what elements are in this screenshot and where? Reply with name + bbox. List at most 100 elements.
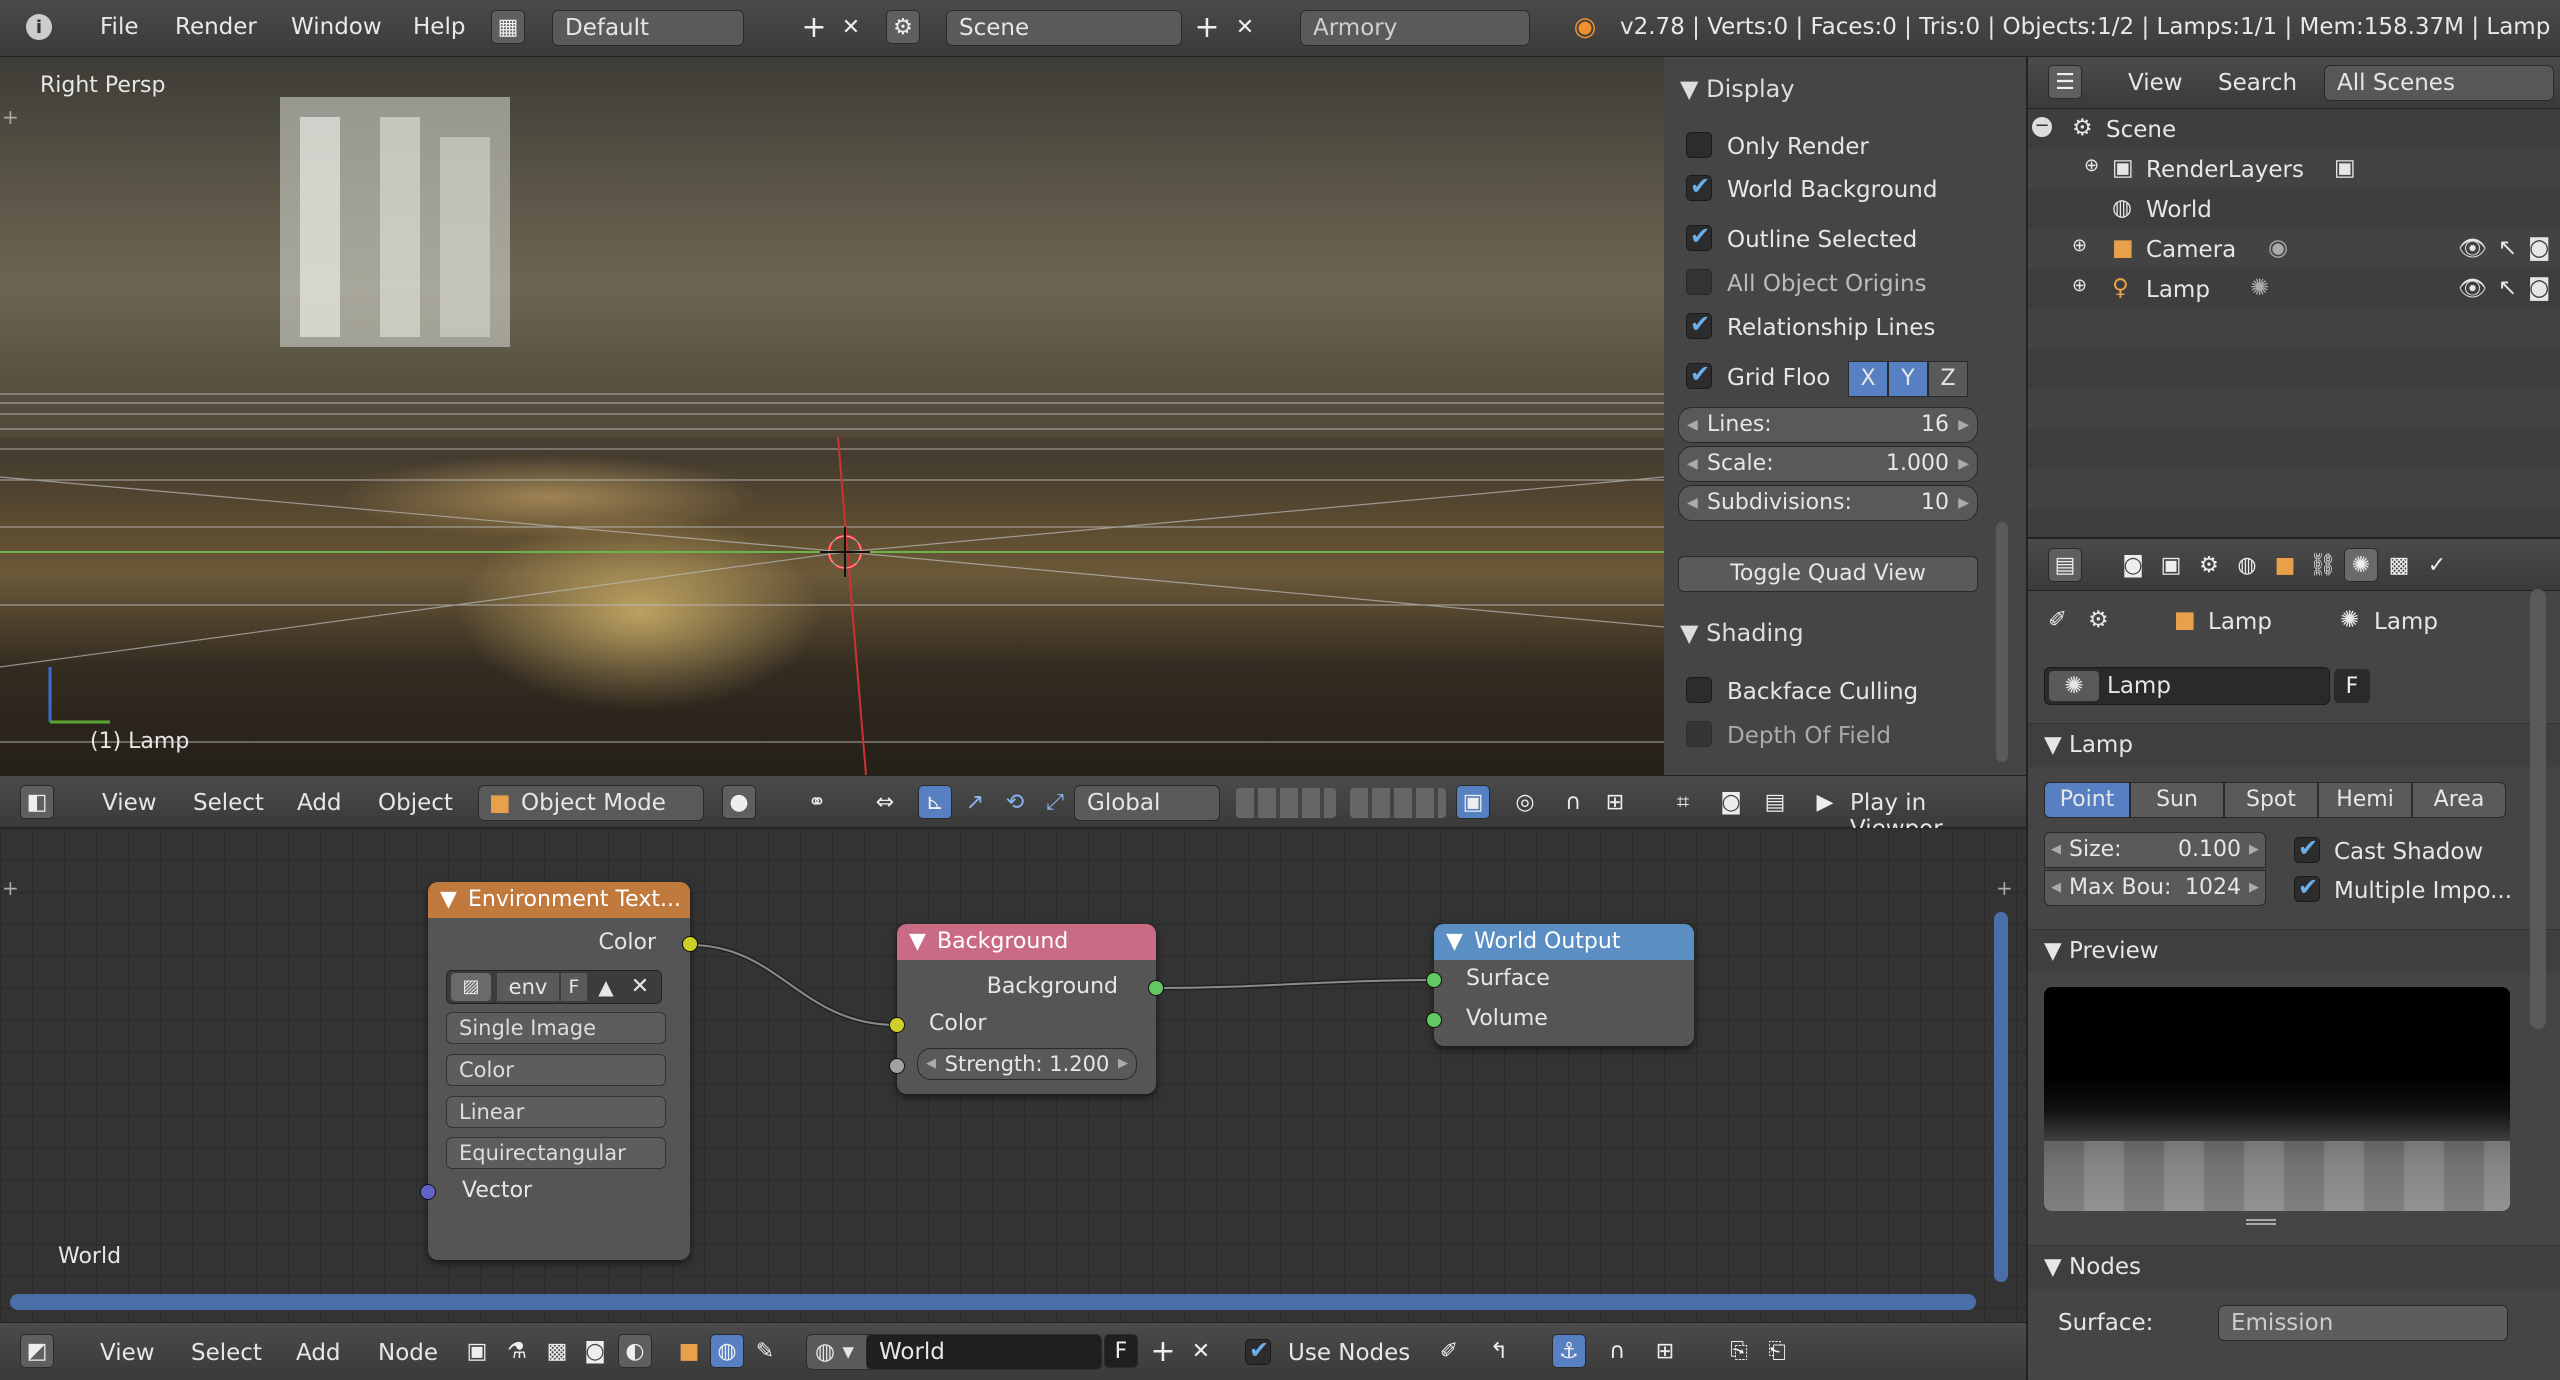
snap-toggle-icon[interactable]: ∩ xyxy=(1556,785,1590,819)
node-snap-element-icon[interactable]: ⊞ xyxy=(1648,1334,1682,1368)
manipulator-icon[interactable]: ⇔ xyxy=(868,785,902,819)
lamp-type-area[interactable]: Area xyxy=(2412,782,2506,818)
background-node[interactable]: ▼ Background Background Color ◀ Strength: … xyxy=(889,924,1164,1094)
env-node-header[interactable]: ▼ Environment Text... xyxy=(428,882,690,918)
pin-node-tree-icon[interactable]: ✐ xyxy=(1432,1334,1466,1368)
armory-tab-icon[interactable]: ✓ xyxy=(2420,548,2454,582)
outliner-row-camera[interactable]: ⊕ ■ Camera ◉ 👁 ↖ ◙ xyxy=(2028,229,2560,269)
menu-add[interactable]: Add xyxy=(297,790,342,816)
bg-collapse-icon[interactable]: ▼ xyxy=(909,924,926,960)
world-shader-icon[interactable]: ◍ xyxy=(710,1334,744,1368)
render-tab-icon[interactable]: ◙ xyxy=(2116,548,2150,582)
world-name-field[interactable]: World xyxy=(866,1334,1102,1370)
visibility-eye-icon[interactable]: 👁 xyxy=(2458,275,2487,302)
play-icon[interactable]: ▶ xyxy=(1808,785,1842,819)
camera-nodes-icon[interactable]: ◙ xyxy=(578,1334,612,1368)
node-editor[interactable]: ▼ Environment Text... Color ▨ env F ▲ ✕ S… xyxy=(0,828,2026,1322)
use-nodes-checkbox[interactable] xyxy=(1245,1336,1271,1365)
render-still-icon[interactable]: ◙ xyxy=(1714,785,1748,819)
node-editor-type-icon[interactable]: ◩ xyxy=(20,1334,54,1368)
env-color-output-socket[interactable] xyxy=(682,936,698,952)
scene-icon[interactable]: ⚙ xyxy=(886,10,920,44)
paste-nodes-icon[interactable]: ⎗ xyxy=(1760,1334,1794,1368)
renderable-camera-icon[interactable]: ◙ xyxy=(2528,275,2550,301)
node-snap-type-icon[interactable]: ∩ xyxy=(1600,1334,1634,1368)
world-unlink-icon[interactable]: ✕ xyxy=(1184,1334,1218,1368)
object-tab-icon[interactable]: ■ xyxy=(2268,548,2302,582)
lamp-type-point[interactable]: Point xyxy=(2044,782,2130,818)
grid-axis-x-toggle[interactable]: X xyxy=(1848,361,1888,397)
all-object-origins-checkbox[interactable] xyxy=(1686,269,1712,295)
render-anim-icon[interactable]: ▤ xyxy=(1758,785,1792,819)
expand-icon[interactable]: ⊕ xyxy=(2072,235,2087,256)
outliner-row-renderlayers[interactable]: ⊕ ▣ RenderLayers ▣ xyxy=(2028,149,2560,189)
display-panel-header[interactable]: ▼ Display xyxy=(1680,75,1795,103)
menu-help[interactable]: Help xyxy=(413,14,465,40)
viewport-shading-icon[interactable]: ● xyxy=(722,785,756,819)
world-fake-user-button[interactable]: F xyxy=(1104,1334,1138,1368)
properties-scrollbar[interactable] xyxy=(2530,589,2546,1029)
toggle-quad-view-button[interactable]: Toggle Quad View xyxy=(1678,556,1978,592)
scale-field[interactable]: ◀ Scale: 1.000 ▶ xyxy=(1678,446,1978,482)
layers-widget-b[interactable] xyxy=(1350,788,1446,818)
selectable-cursor-icon[interactable]: ↖ xyxy=(2498,235,2517,261)
lamp-panel-header[interactable]: ▼ Lamp xyxy=(2028,723,2560,767)
out-collapse-icon[interactable]: ▼ xyxy=(1446,924,1463,960)
backface-culling-checkbox[interactable] xyxy=(1686,677,1712,703)
world-type-icon[interactable]: ◐ xyxy=(618,1334,652,1368)
env-interpolation-select[interactable]: Linear xyxy=(446,1096,666,1128)
lamp-data-tab-icon[interactable]: ✺ xyxy=(2344,548,2378,582)
layers-widget-a[interactable] xyxy=(1236,788,1336,818)
rotate-icon[interactable]: ⟲ xyxy=(998,785,1032,819)
shader-nodes-icon[interactable]: ▣ xyxy=(460,1334,494,1368)
image-unlink-icon[interactable]: ✕ xyxy=(625,972,655,1002)
menu-select[interactable]: Select xyxy=(193,790,264,816)
remove-scene-icon[interactable]: ✕ xyxy=(1228,10,1262,44)
transform-orientation-select[interactable]: Global xyxy=(1074,785,1220,821)
menu-file[interactable]: File xyxy=(100,14,139,40)
parent-node-tree-icon[interactable]: ↰ xyxy=(1482,1334,1516,1368)
bg-color-input-socket[interactable] xyxy=(889,1017,905,1033)
lamp-fake-user-button[interactable]: F xyxy=(2334,669,2370,703)
image-name-field[interactable]: env xyxy=(497,973,559,1001)
bg-output-socket[interactable] xyxy=(1148,980,1164,996)
lamp-type-spot[interactable]: Spot xyxy=(2224,782,2318,818)
opengl-render-icon[interactable]: ⌗ xyxy=(1666,785,1700,819)
screen-layout-icon[interactable]: ▦ xyxy=(491,10,525,44)
node-menu-view[interactable]: View xyxy=(100,1340,155,1366)
image-browse-icon[interactable]: ▨ xyxy=(451,973,491,1001)
render-engine-select[interactable]: Armory xyxy=(1300,10,1530,46)
add-scene-icon[interactable]: + xyxy=(1190,10,1224,45)
expand-icon[interactable]: ⊕ xyxy=(2072,275,2087,296)
scale-icon[interactable]: ⤢ xyxy=(1038,785,1072,819)
lamp-type-hemi[interactable]: Hemi xyxy=(2318,782,2412,818)
info-editor-icon[interactable]: i xyxy=(22,10,56,44)
toolshelf-toggle-icon[interactable]: + xyxy=(2,105,19,129)
preview-resize-handle[interactable] xyxy=(2246,1219,2276,1225)
relationship-lines-checkbox[interactable] xyxy=(1686,310,1712,339)
remove-layout-icon[interactable]: ✕ xyxy=(834,10,868,44)
grid-axis-y-toggle[interactable]: Y xyxy=(1888,361,1928,397)
cast-shadow-checkbox[interactable] xyxy=(2294,834,2320,863)
outline-selected-checkbox[interactable] xyxy=(1686,222,1712,251)
nodes-panel-header[interactable]: ▼ Nodes xyxy=(2028,1245,2560,1289)
scene-field[interactable]: Scene xyxy=(946,10,1182,46)
shading-panel-header[interactable]: ▼ Shading xyxy=(1680,619,1804,647)
npanel-scrollbar[interactable] xyxy=(1996,522,2008,762)
lines-field[interactable]: ◀ Lines: 16 ▶ xyxy=(1678,407,1978,443)
only-render-checkbox[interactable] xyxy=(1686,132,1712,158)
multiple-importance-checkbox[interactable] xyxy=(2294,873,2320,902)
screen-layout-field[interactable]: Default xyxy=(552,10,744,46)
env-collapse-icon[interactable]: ▼ xyxy=(440,882,457,918)
node-snap-icon[interactable]: ⚓ xyxy=(1552,1334,1586,1368)
add-layout-icon[interactable]: + xyxy=(797,10,831,45)
lamp-type-sun[interactable]: Sun xyxy=(2130,782,2224,818)
proportional-edit-icon[interactable]: ◎ xyxy=(1508,785,1542,819)
out-node-header[interactable]: ▼ World Output xyxy=(1434,924,1694,960)
3d-viewport[interactable]: Right Persp (1) Lamp + xyxy=(0,57,1664,775)
expand-icon[interactable]: ⊕ xyxy=(2084,155,2099,176)
outliner-menu-view[interactable]: View xyxy=(2128,70,2183,96)
preview-panel-header[interactable]: ▼ Preview xyxy=(2028,929,2560,973)
pin-icon[interactable]: ✐ xyxy=(2048,607,2067,633)
pivot-point-icon[interactable]: ⚭ xyxy=(800,785,834,819)
